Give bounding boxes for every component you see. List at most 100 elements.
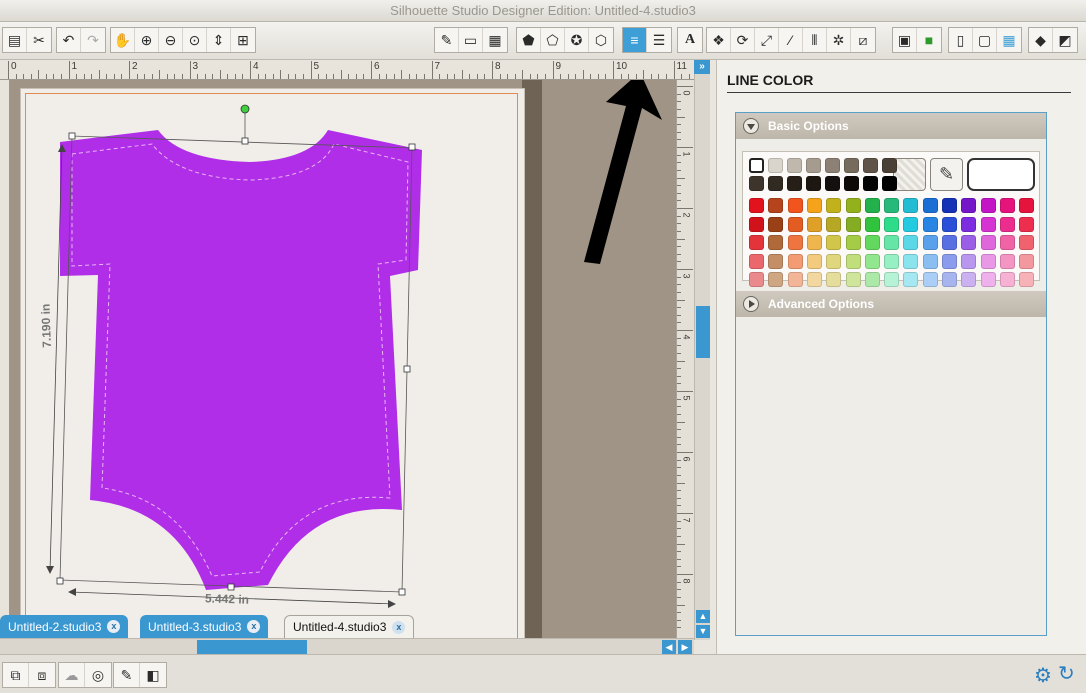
color-swatch[interactable] — [749, 272, 764, 287]
color-swatch[interactable] — [806, 235, 822, 250]
color-swatch[interactable] — [844, 158, 859, 173]
fill-pattern-icon[interactable]: ✪ — [565, 28, 589, 52]
color-swatch[interactable] — [1019, 216, 1035, 232]
grid-settings-icon[interactable]: ▦ — [483, 28, 507, 52]
color-swatch[interactable] — [999, 216, 1015, 232]
color-swatch[interactable] — [768, 272, 784, 287]
tab-untitled-2[interactable]: Untitled-2.studio3 x — [0, 615, 129, 638]
color-swatch[interactable] — [787, 216, 803, 232]
color-swatch[interactable] — [884, 216, 900, 232]
color-swatch[interactable] — [922, 253, 938, 269]
paste-icon[interactable]: ▤ — [3, 28, 27, 52]
settings-gear-icon[interactable]: ⚙ — [1034, 663, 1052, 688]
color-swatch[interactable] — [806, 176, 821, 191]
color-swatch[interactable] — [768, 235, 784, 250]
color-swatch[interactable] — [999, 198, 1015, 213]
color-swatch[interactable] — [826, 235, 842, 250]
color-swatch[interactable] — [922, 198, 938, 213]
color-swatch[interactable] — [864, 198, 880, 213]
print-cut-icon[interactable]: ▦ — [997, 28, 1021, 52]
design-canvas[interactable]: 7.190 in 5.442 in — [10, 80, 676, 640]
point-edit-icon[interactable]: ✎ — [114, 663, 140, 687]
color-swatch[interactable] — [825, 176, 840, 191]
line-color-panel-icon[interactable]: ≡ — [623, 28, 647, 52]
zoom-drag-icon[interactable]: ⇕ — [207, 28, 231, 52]
color-swatch[interactable] — [884, 253, 900, 269]
color-swatch[interactable] — [999, 253, 1015, 269]
color-swatch[interactable] — [826, 272, 842, 287]
color-swatch[interactable] — [980, 216, 996, 232]
color-swatch[interactable] — [903, 235, 919, 250]
expand-panel-button[interactable]: » — [694, 60, 710, 74]
color-swatch[interactable] — [826, 216, 842, 232]
color-swatch[interactable] — [903, 272, 919, 287]
color-swatch[interactable] — [749, 235, 764, 250]
color-swatch[interactable] — [903, 198, 919, 213]
send-to-silhouette-icon[interactable]: ▯ — [949, 28, 973, 52]
color-swatch[interactable] — [1019, 198, 1035, 213]
color-swatch[interactable] — [768, 216, 784, 232]
color-swatch[interactable] — [845, 216, 861, 232]
color-swatch[interactable] — [806, 272, 822, 287]
color-swatch[interactable] — [980, 198, 996, 213]
color-swatch[interactable] — [980, 272, 996, 287]
line-style-icon[interactable]: ☰ — [647, 28, 671, 52]
color-swatch[interactable] — [882, 176, 897, 191]
color-swatch[interactable] — [749, 158, 764, 173]
custom-color-swatch[interactable] — [967, 158, 1035, 191]
zoom-select-icon[interactable]: ⊙ — [183, 28, 207, 52]
fill-gradient-icon[interactable]: ⬠ — [541, 28, 565, 52]
color-swatch[interactable] — [826, 253, 842, 269]
eyedropper-icon[interactable]: ✎ — [930, 158, 963, 191]
shear-icon[interactable]: ⁄ — [779, 28, 803, 52]
color-swatch[interactable] — [884, 198, 900, 213]
color-swatch[interactable] — [845, 253, 861, 269]
color-swatch[interactable] — [863, 158, 878, 173]
color-swatch[interactable] — [768, 176, 783, 191]
color-swatch[interactable] — [961, 272, 977, 287]
horizontal-scrollbar[interactable]: ◀ ▶ — [0, 638, 694, 654]
color-swatch[interactable] — [961, 253, 977, 269]
color-swatch[interactable] — [863, 176, 878, 191]
color-swatch[interactable] — [845, 272, 861, 287]
tab-untitled-3[interactable]: Untitled-3.studio3 x — [140, 615, 269, 638]
print-icon[interactable]: ▢ — [973, 28, 997, 52]
transparent-swatch[interactable] — [893, 158, 926, 191]
color-swatch[interactable] — [768, 253, 784, 269]
pan-hand-icon[interactable]: ✋ — [111, 28, 135, 52]
advanced-options-header[interactable]: Advanced Options — [736, 291, 1046, 317]
close-tab-icon[interactable]: x — [107, 620, 121, 633]
text-style-icon[interactable]: A — [678, 28, 702, 52]
color-swatch[interactable] — [768, 158, 783, 173]
color-swatch[interactable] — [942, 253, 957, 269]
color-swatch[interactable] — [942, 235, 957, 250]
color-swatch[interactable] — [922, 216, 938, 232]
color-swatch[interactable] — [903, 253, 919, 269]
scroll-down-button[interactable]: ▼ — [696, 625, 710, 638]
scale-icon[interactable]: ⤢ — [755, 28, 779, 52]
offset-icon[interactable]: ✲ — [827, 28, 851, 52]
color-swatch[interactable] — [806, 216, 822, 232]
color-swatch[interactable] — [1019, 235, 1035, 250]
color-swatch[interactable] — [864, 272, 880, 287]
color-swatch[interactable] — [787, 158, 802, 173]
vertical-scrollbar[interactable]: ▲ ▼ — [694, 60, 710, 640]
color-swatch[interactable] — [922, 235, 938, 250]
zoom-out-icon[interactable]: ⊖ — [159, 28, 183, 52]
color-swatch[interactable] — [825, 158, 840, 173]
color-swatch[interactable] — [980, 235, 996, 250]
color-swatch[interactable] — [768, 198, 784, 213]
color-swatch[interactable] — [864, 235, 880, 250]
page-settings-icon[interactable]: ✎ — [435, 28, 459, 52]
color-swatch[interactable] — [826, 198, 842, 213]
color-swatch[interactable] — [787, 198, 803, 213]
basic-options-header[interactable]: Basic Options — [736, 113, 1046, 139]
color-swatch[interactable] — [980, 253, 996, 269]
color-swatch[interactable] — [845, 198, 861, 213]
scroll-up-button[interactable]: ▲ — [696, 610, 710, 623]
color-swatch[interactable] — [942, 216, 957, 232]
color-swatch[interactable] — [749, 176, 764, 191]
vertical-scroll-thumb[interactable] — [696, 306, 710, 358]
line-color-icon[interactable]: ⬡ — [589, 28, 613, 52]
color-swatch[interactable] — [749, 216, 764, 232]
